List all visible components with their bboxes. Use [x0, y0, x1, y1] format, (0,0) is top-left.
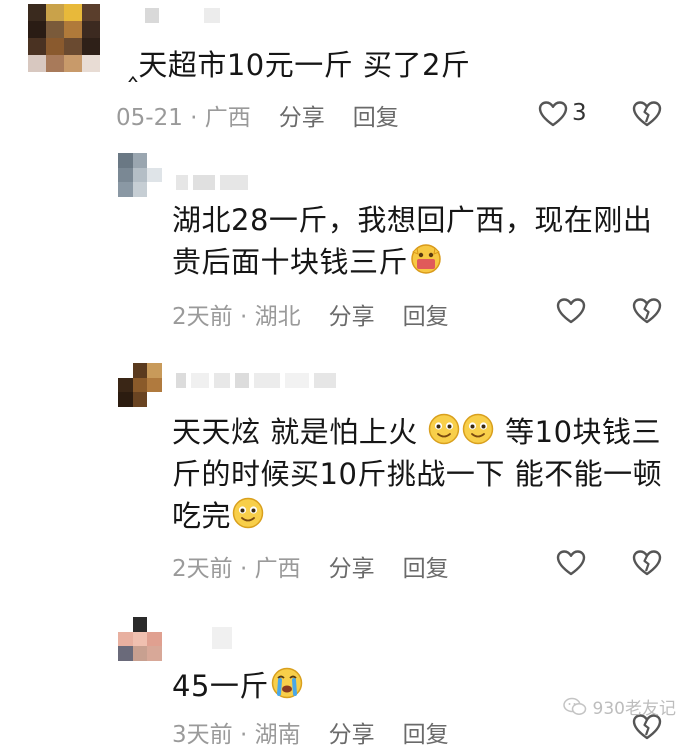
comment-text-line: 斤的时候买10斤挑战一下 能不能一顿 [172, 457, 663, 491]
comment-text: ‸天超市10元一斤 买了2斤 [128, 44, 470, 86]
comment-text: 45一斤 [172, 665, 305, 707]
heart-outline-icon[interactable] [556, 549, 586, 577]
comment-text-line: 吃完 [172, 499, 232, 533]
comment-4: 45一斤 3天前 · 湖南 分享 回复 [0, 605, 700, 748]
broken-heart-icon[interactable] [632, 549, 662, 577]
broken-heart-icon[interactable] [632, 100, 662, 128]
reply-button[interactable]: 回复 [403, 297, 449, 331]
comment-location: 广西 [204, 105, 251, 131]
heart-outline-icon[interactable] [538, 100, 568, 128]
comment-text: 湖北28一斤，我想回广西，现在刚出 贵后面十块钱三斤 [172, 199, 652, 283]
comment-meta: 3天前 · 湖南 分享 回复 [172, 715, 477, 749]
comment-meta: 2天前 · 湖北 分享 回复 [172, 297, 477, 331]
comment-meta: 05-21 · 广西 分享 回复 [116, 98, 427, 132]
avatar[interactable] [28, 4, 100, 72]
comment-time: 2天前 [172, 556, 233, 582]
share-button[interactable]: 分享 [329, 715, 375, 749]
smile-emoji-icon [232, 497, 264, 529]
comment-text-line: 等10块钱三 [505, 415, 662, 449]
comment-time: 2天前 [172, 304, 233, 330]
comment-time: 3天前 [172, 722, 233, 748]
share-button[interactable]: 分享 [329, 297, 375, 331]
comment-location: 湖南 [254, 722, 301, 748]
meta-separator: · [232, 722, 255, 748]
comment-location: 广西 [254, 556, 301, 582]
meta-separator: · [182, 105, 205, 131]
watermark-text: 930老友记 [592, 699, 676, 719]
watermark: 930老友记 [562, 694, 676, 719]
wechat-icon [562, 697, 586, 715]
comment-3: 天天炫 就是怕上火 等10块钱三 斤的时候买10斤挑战一下 能不能一顿 吃完 2… [0, 355, 700, 595]
comment-location: 湖北 [254, 304, 301, 330]
reply-button[interactable]: 回复 [403, 715, 449, 749]
share-button[interactable]: 分享 [329, 549, 375, 583]
smile-emoji-icon [429, 413, 460, 445]
comment-text-line: 贵后面十块钱三斤 [172, 245, 409, 279]
comment-text: 天天炫 就是怕上火 等10块钱三 斤的时候买10斤挑战一下 能不能一顿 吃完 [172, 411, 662, 537]
heart-outline-icon[interactable] [556, 297, 586, 325]
share-button[interactable]: 分享 [279, 98, 325, 132]
avatar[interactable] [118, 363, 162, 407]
username-blurred[interactable] [176, 373, 336, 388]
avatar[interactable] [118, 617, 162, 661]
reply-button[interactable]: 回复 [403, 549, 449, 583]
comment-1: ‸天超市10元一斤 买了2斤 05-21 · 广西 分享 回复 3 [0, 0, 700, 140]
money-face-emoji-icon [411, 244, 441, 274]
smile-emoji-icon [463, 413, 494, 445]
comment-2: 湖北28一斤，我想回广西，现在刚出 贵后面十块钱三斤 2天前 · 湖北 分享 回… [0, 145, 700, 345]
meta-separator: · [232, 556, 255, 582]
comment-text-line: 天天炫 就是怕上火 [172, 415, 418, 449]
comment-text-line: ‸天超市10元一斤 买了2斤 [128, 48, 471, 82]
reply-button[interactable]: 回复 [353, 98, 399, 132]
meta-separator: · [232, 304, 255, 330]
avatar[interactable] [118, 153, 162, 197]
username-blurred[interactable] [145, 8, 220, 23]
username-blurred[interactable] [176, 175, 248, 190]
username-blurred[interactable] [212, 627, 232, 649]
comment-time: 05-21 [116, 105, 183, 131]
crying-face-emoji-icon [271, 667, 303, 699]
broken-heart-icon[interactable] [632, 297, 662, 325]
comment-text-line: 湖北28一斤，我想回广西，现在刚出 [172, 203, 653, 237]
comment-meta: 2天前 · 广西 分享 回复 [172, 549, 477, 583]
like-count: 3 [572, 100, 587, 126]
comment-text-line: 45一斤 [172, 669, 269, 703]
